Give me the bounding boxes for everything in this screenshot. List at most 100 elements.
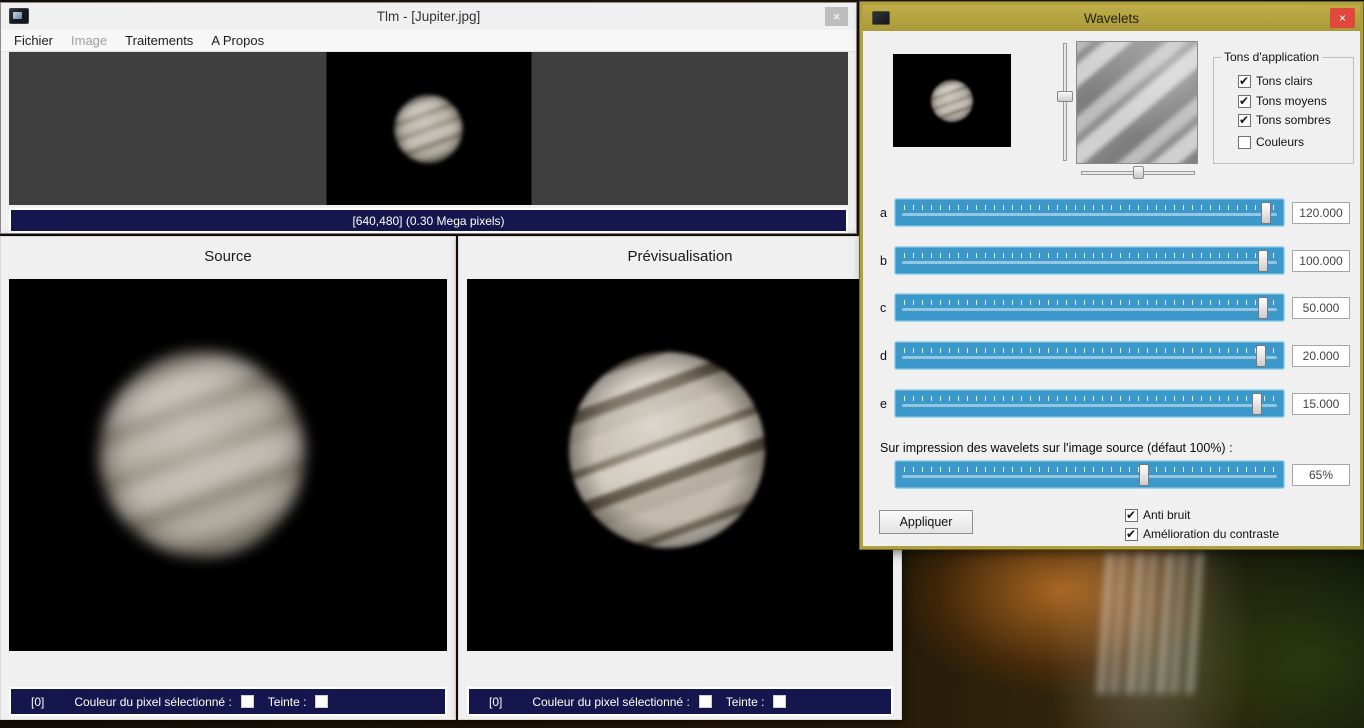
checkbox-row-tons-clairs[interactable]: Tons clairs [1238,74,1313,88]
anti-bruit-label: Anti bruit [1143,508,1191,522]
overlay-strength-label: Sur impression des wavelets sur l'image … [880,441,1233,455]
wavelet-layer-preview [1076,41,1198,164]
slider-row-c: c 50.000 [863,293,1360,323]
checkbox-row-anti-bruit[interactable]: Anti bruit [1125,508,1190,522]
zoom-vertical-slider[interactable] [1057,41,1073,163]
source-canvas[interactable] [9,279,447,651]
slider-d-label: d [880,349,887,363]
tons-sombres-label: Tons sombres [1256,113,1331,127]
slider-c-thumb[interactable] [1257,297,1268,319]
slider-d-track[interactable] [894,341,1285,370]
source-pixel-bar: [0] Couleur du pixel sélectionné : Teint… [9,687,447,716]
checkbox-row-couleurs[interactable]: Couleurs [1238,135,1304,149]
slider-row-overlay: 65% [863,460,1360,490]
checkbox-row-tons-sombres[interactable]: Tons sombres [1238,113,1331,127]
main-window: Tlm - [Jupiter.jpg] × Fichier Image Trai… [0,2,857,234]
main-image-canvas[interactable] [326,52,531,205]
overlay-slider-track[interactable] [894,460,1285,489]
apply-button[interactable]: Appliquer [879,510,973,534]
main-titlebar[interactable]: Tlm - [Jupiter.jpg] × [1,3,856,30]
menu-a-propos[interactable]: A Propos [202,30,273,52]
jupiter-preview-image [569,352,766,549]
checkbox-row-amelioration-contraste[interactable]: Amélioration du contraste [1125,527,1279,541]
hue-label: Teinte : [725,694,765,709]
slider-a-label: a [880,206,887,220]
preview-pixel-bar: [0] Couleur du pixel sélectionné : Teint… [467,687,893,716]
slider-e-track[interactable] [894,389,1285,418]
image-dimensions-text: [640,480] (0.30 Mega pixels) [352,213,505,228]
pan-horizontal-slider[interactable] [1079,165,1197,180]
pixel-color-label: Couleur du pixel sélectionné : [532,694,690,709]
slider-e-label: e [880,397,887,411]
menu-image[interactable]: Image [62,30,116,52]
slider-d-value[interactable]: 20.000 [1292,345,1350,367]
slider-b-track[interactable] [894,246,1285,275]
slider-row-e: e 15.000 [863,389,1360,419]
slider-row-d: d 20.000 [863,341,1360,371]
preview-panel-title: Prévisualisation [627,248,733,265]
wavelets-window: Wavelets × Tons d'application Tons clair… [860,2,1363,549]
app-icon [9,8,29,24]
pixel-index: [0] [489,694,503,709]
slider-a-thumb[interactable] [1261,202,1272,224]
overlay-slider-thumb[interactable] [1138,464,1149,486]
waterfall-image [1097,552,1203,694]
wavelets-thumbnail [893,54,1011,147]
menu-fichier[interactable]: Fichier [5,30,62,52]
jupiter-thumbnail-image [931,79,973,122]
slider-c-label: c [880,301,887,315]
slider-a-track[interactable] [894,198,1285,227]
slider-c-value[interactable]: 50.000 [1292,297,1350,319]
wavelets-titlebar[interactable]: Wavelets × [863,5,1360,31]
slider-b-label: b [880,254,887,268]
couleurs-checkbox[interactable] [1238,135,1251,149]
hue-swatch [773,695,787,708]
amelioration-contraste-checkbox[interactable] [1125,527,1138,541]
tons-moyens-label: Tons moyens [1256,94,1327,108]
tones-group-title: Tons d'application [1221,50,1323,64]
slider-e-value[interactable]: 15.000 [1292,393,1350,415]
anti-bruit-checkbox[interactable] [1125,508,1138,522]
pixel-index: [0] [31,694,45,709]
main-image-area [9,52,848,205]
main-status-bar: [640,480] (0.30 Mega pixels) [9,208,848,233]
hue-swatch [315,695,329,708]
jupiter-source-image [98,350,305,557]
slider-b-thumb[interactable] [1257,250,1268,272]
tons-clairs-label: Tons clairs [1256,74,1313,88]
slider-row-a: a 120.000 [863,198,1360,228]
menubar: Fichier Image Traitements A Propos [1,30,856,52]
pixel-color-label: Couleur du pixel sélectionné : [74,694,232,709]
jupiter-image-small [394,94,463,163]
horizontal-slider-thumb[interactable] [1133,166,1144,179]
main-window-title: Tlm - [Jupiter.jpg] [376,9,481,24]
amelioration-contraste-label: Amélioration du contraste [1143,527,1280,541]
checkbox-row-tons-moyens[interactable]: Tons moyens [1238,94,1327,108]
preview-canvas[interactable] [467,279,893,651]
overlay-slider-value[interactable]: 65% [1292,464,1350,486]
close-icon[interactable]: × [825,7,848,26]
source-window: Source [0] Couleur du pixel sélectionné … [0,236,456,720]
slider-e-thumb[interactable] [1251,393,1262,415]
menu-traitements[interactable]: Traitements [116,30,202,52]
slider-row-b: b 100.000 [863,246,1360,276]
slider-d-thumb[interactable] [1255,345,1266,367]
hue-label: Teinte : [267,694,307,709]
slider-b-value[interactable]: 100.000 [1292,250,1350,272]
tons-sombres-checkbox[interactable] [1238,113,1251,127]
wavelets-title: Wavelets [1083,10,1139,26]
slider-a-value[interactable]: 120.000 [1292,202,1350,224]
tones-groupbox: Tons d'application Tons clairs Tons moye… [1213,50,1354,164]
wavelet-layer-texture [1077,42,1197,163]
app-icon [872,11,890,25]
pixel-color-swatch [240,695,254,708]
tons-moyens-checkbox[interactable] [1238,94,1251,108]
slider-c-track[interactable] [894,293,1285,322]
pixel-color-swatch [698,695,712,708]
preview-window: Prévisualisation [0] Couleur du pixel sé… [458,236,902,720]
source-panel-title: Source [204,248,252,265]
vertical-slider-thumb[interactable] [1057,91,1073,103]
close-icon[interactable]: × [1330,8,1355,28]
tons-clairs-checkbox[interactable] [1238,74,1251,88]
couleurs-label: Couleurs [1256,135,1305,149]
